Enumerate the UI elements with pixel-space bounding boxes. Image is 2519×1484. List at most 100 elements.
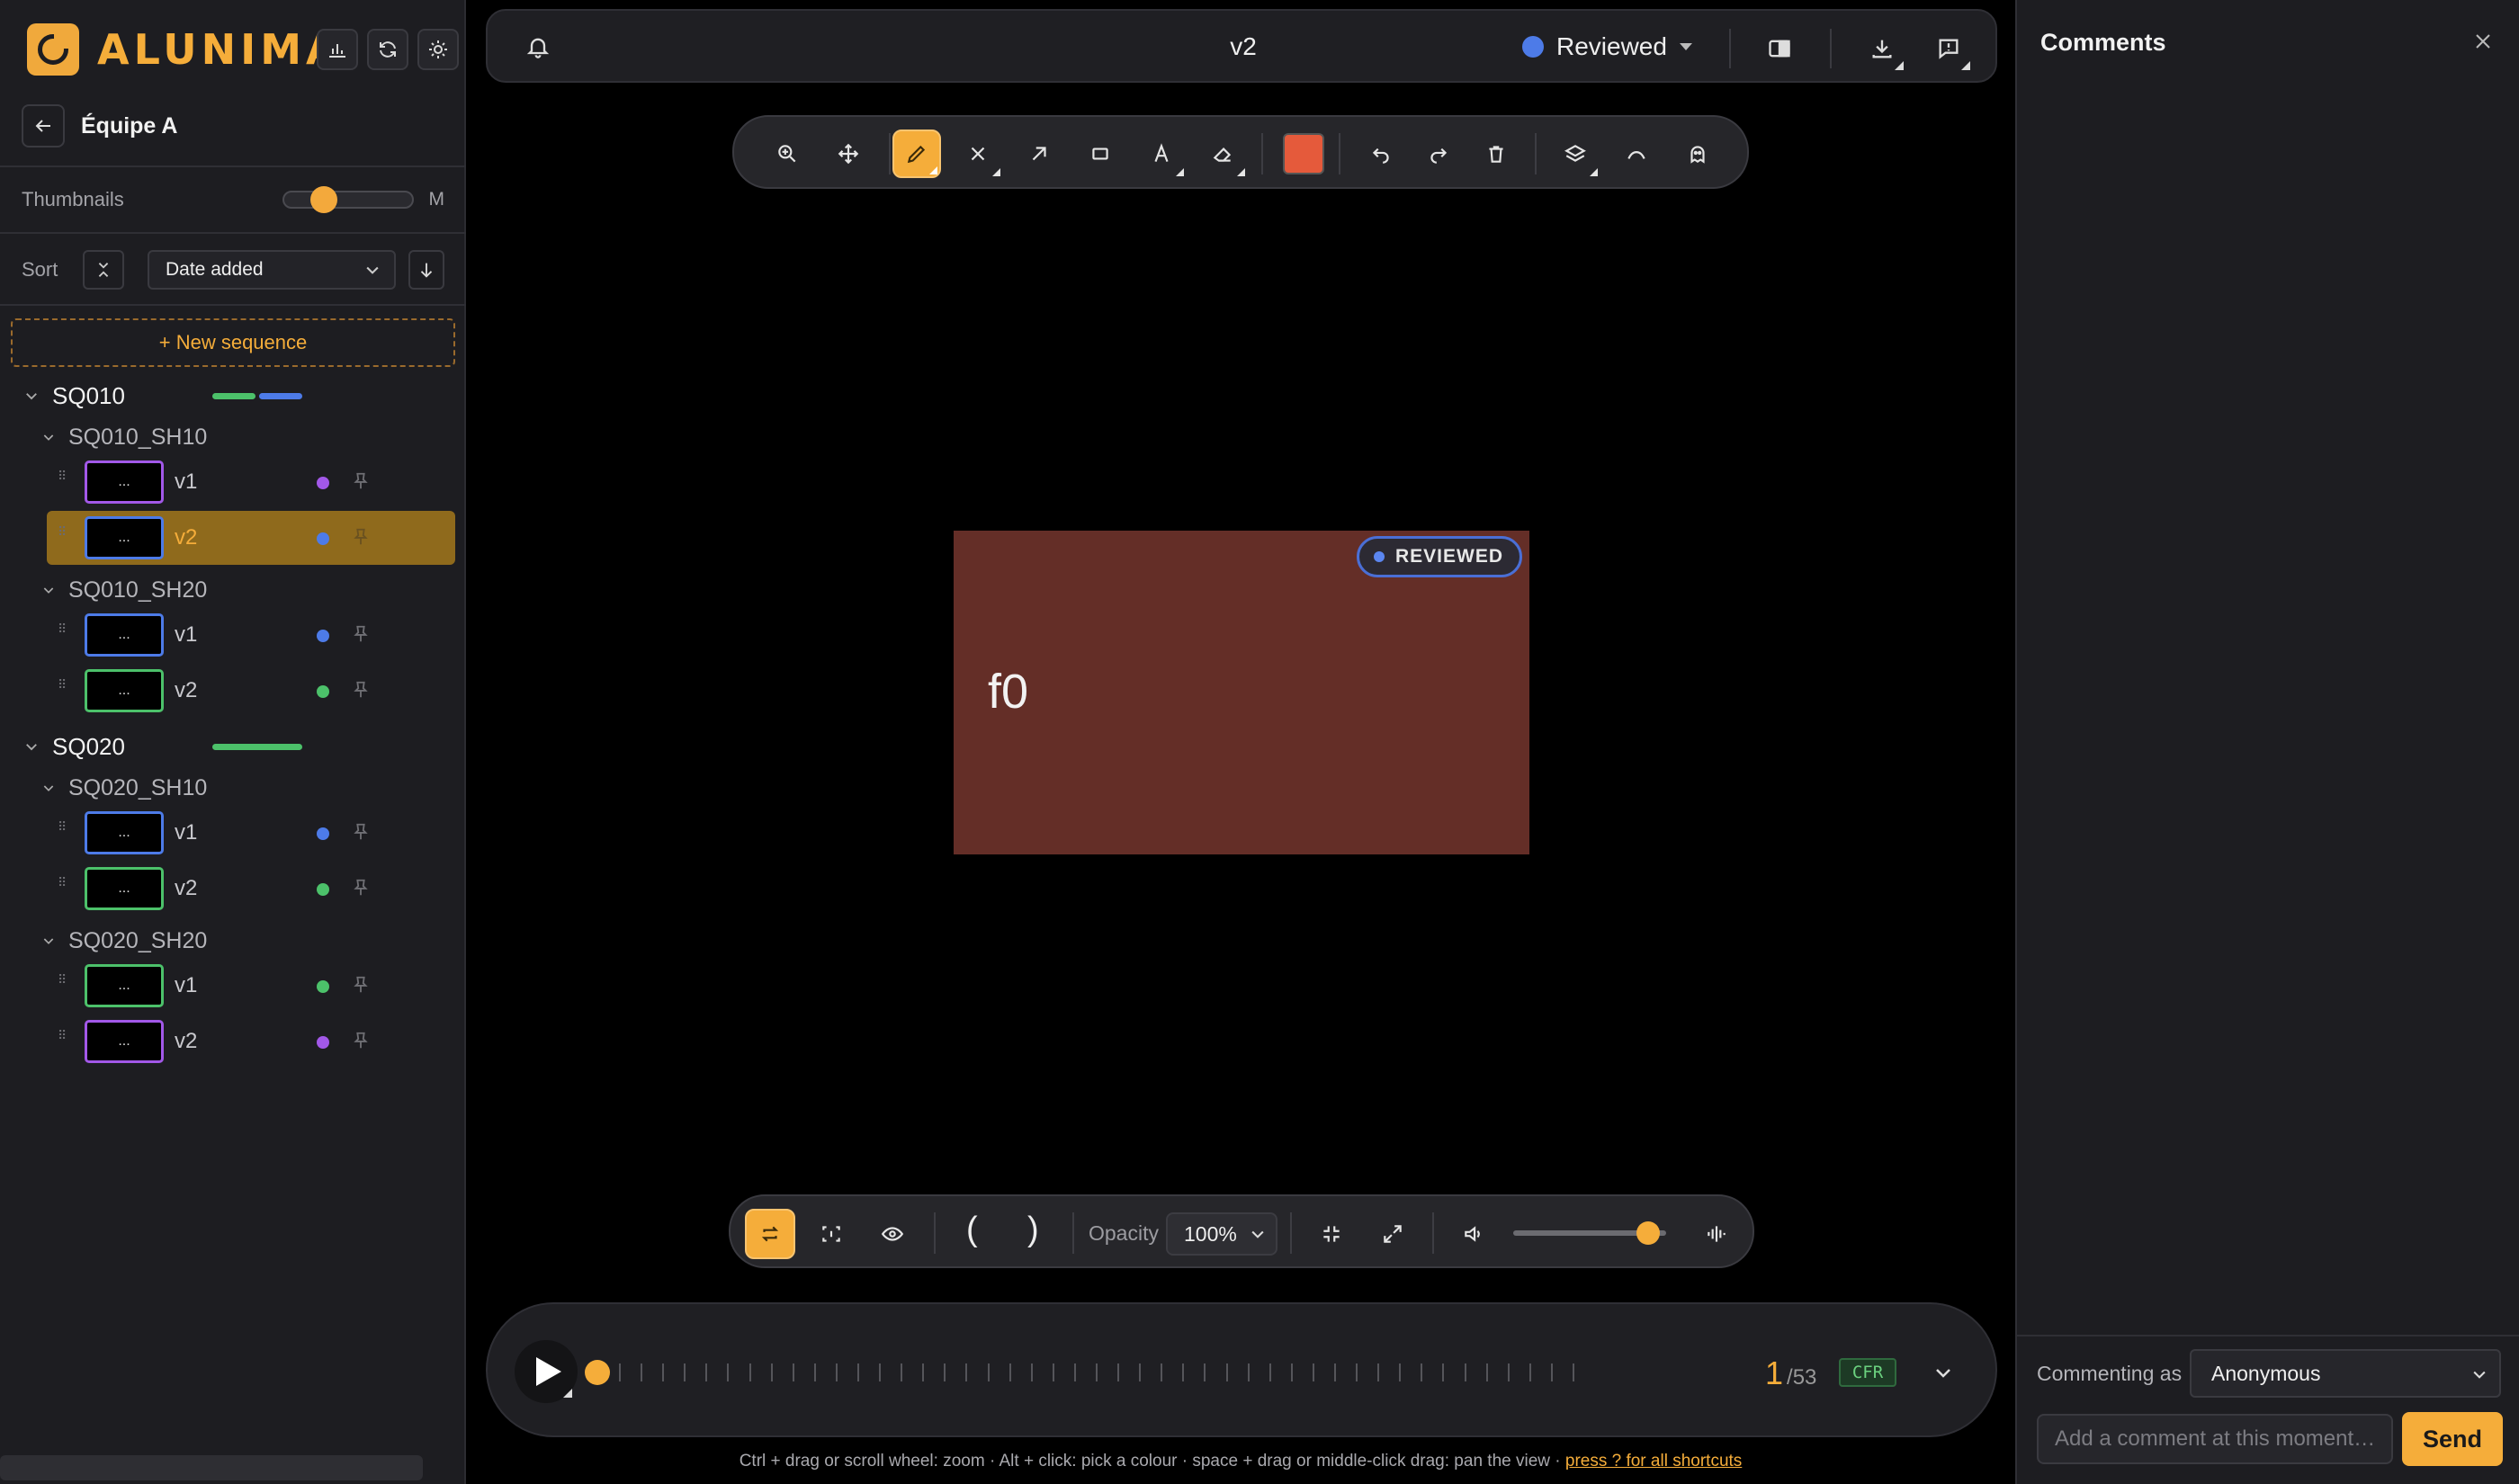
visibility-toggle[interactable] — [867, 1209, 918, 1259]
new-sequence-button[interactable]: + New sequence — [11, 318, 455, 367]
shortcuts-link[interactable]: press ? for all shortcuts — [1565, 1452, 1742, 1471]
drag-handle-icon[interactable]: ⠿ — [58, 525, 67, 547]
version-row[interactable]: ⠿... v1 — [47, 608, 455, 662]
text-tool[interactable] — [1137, 130, 1186, 178]
version-row[interactable]: ⠿... v1 — [47, 455, 455, 509]
pin-icon[interactable] — [351, 623, 371, 645]
version-row[interactable]: ⠿... v2 — [47, 1015, 455, 1068]
drag-handle-icon[interactable]: ⠿ — [58, 820, 67, 842]
commenter-select[interactable]: Anonymous — [2190, 1349, 2501, 1398]
chevron-down-icon[interactable] — [23, 388, 40, 404]
arrow-tool[interactable] — [1015, 130, 1063, 178]
pin-icon[interactable] — [351, 974, 371, 996]
timeline-playhead[interactable] — [585, 1360, 610, 1385]
layers-button[interactable] — [1551, 130, 1600, 178]
sequence-header[interactable]: SQ010 — [23, 378, 125, 414]
horizontal-scrollbar[interactable] — [0, 1455, 423, 1480]
cross-tool[interactable] — [954, 130, 1002, 178]
play-button[interactable] — [515, 1340, 578, 1403]
clear-button[interactable] — [1472, 130, 1520, 178]
pin-icon[interactable] — [351, 1030, 371, 1051]
drag-handle-icon[interactable]: ⠿ — [58, 1029, 67, 1050]
back-button[interactable] — [22, 104, 65, 148]
version-row[interactable]: ⠿... v2 — [47, 862, 455, 916]
slider-handle[interactable] — [310, 186, 337, 213]
version-row[interactable]: ⠿... v1 — [47, 959, 455, 1013]
sort-select[interactable]: Date added — [148, 250, 396, 290]
timeline-tick — [987, 1363, 990, 1381]
set-in-point-button[interactable]: ( — [966, 1211, 978, 1249]
timeline-tick — [749, 1363, 751, 1381]
shot-header[interactable]: SQ020_SH20 — [41, 923, 207, 959]
pin-icon[interactable] — [351, 877, 371, 898]
sort-label: Sort — [22, 258, 58, 281]
pen-tool[interactable] — [892, 130, 941, 178]
refresh-button[interactable] — [367, 29, 408, 70]
comments-panel: Comments Commenting as Anonymous Send — [2015, 0, 2519, 1484]
brand-logo-icon — [27, 23, 79, 76]
shot-header[interactable]: SQ010_SH10 — [41, 419, 207, 455]
close-icon[interactable] — [2472, 31, 2494, 52]
timeline-track[interactable] — [619, 1363, 1574, 1381]
drag-handle-icon[interactable]: ⠿ — [58, 876, 67, 898]
drag-handle-icon[interactable]: ⠿ — [58, 622, 67, 644]
chevron-down-icon[interactable] — [41, 781, 56, 795]
redo-button[interactable] — [1414, 130, 1463, 178]
drag-handle-icon[interactable]: ⠿ — [58, 469, 67, 491]
waveform-button[interactable] — [1691, 1209, 1742, 1259]
shot-header[interactable]: SQ020_SH10 — [41, 770, 207, 806]
drag-handle-icon[interactable]: ⠿ — [58, 678, 67, 700]
version-row[interactable]: ⠿... v2 — [47, 511, 455, 565]
undo-button[interactable] — [1357, 130, 1405, 178]
collapse-all-button[interactable] — [83, 250, 124, 290]
loop-toggle[interactable] — [745, 1209, 795, 1259]
eraser-tool[interactable] — [1198, 130, 1247, 178]
version-row[interactable]: ⠿... v1 — [47, 806, 455, 860]
chevron-down-icon[interactable] — [41, 583, 56, 597]
timeline-tick — [1377, 1363, 1380, 1381]
brand-name: ALUNIMA — [97, 25, 343, 74]
pin-icon[interactable] — [351, 526, 371, 548]
chevron-down-icon[interactable] — [41, 430, 56, 444]
stats-button[interactable] — [317, 29, 358, 70]
bell-icon[interactable] — [525, 34, 551, 59]
curve-tool[interactable] — [1612, 130, 1661, 178]
compare-button[interactable] — [1763, 32, 1796, 65]
timeline-tick — [641, 1363, 643, 1381]
safe-frame-toggle[interactable] — [806, 1209, 856, 1259]
chevron-down-icon[interactable] — [23, 738, 40, 755]
fullscreen-button[interactable] — [1367, 1209, 1418, 1259]
divider — [889, 133, 891, 174]
sort-direction-button[interactable] — [408, 250, 444, 290]
send-button[interactable]: Send — [2402, 1412, 2503, 1466]
shot-header[interactable]: SQ010_SH20 — [41, 572, 207, 608]
feedback-button[interactable] — [1932, 32, 1970, 70]
opacity-select[interactable]: 100% — [1166, 1212, 1277, 1256]
theme-toggle-button[interactable] — [417, 29, 459, 70]
color-swatch[interactable] — [1283, 133, 1324, 174]
download-button[interactable] — [1866, 32, 1904, 70]
ghost-button[interactable] — [1673, 130, 1722, 178]
comment-input[interactable] — [2037, 1414, 2393, 1464]
timeline-tick — [619, 1363, 621, 1381]
zoom-tool[interactable] — [763, 130, 811, 178]
shot-name: SQ020_SH10 — [68, 774, 208, 800]
pan-tool[interactable] — [824, 130, 873, 178]
rectangle-tool[interactable] — [1076, 130, 1125, 178]
sequence-header[interactable]: SQ020 — [23, 729, 125, 764]
fit-button[interactable] — [1306, 1209, 1357, 1259]
video-frame[interactable]: f0 REVIEWED — [954, 531, 1529, 854]
drag-handle-icon[interactable]: ⠿ — [58, 973, 67, 995]
status-dropdown[interactable]: Reviewed — [1522, 29, 1692, 65]
thumbnail-size-slider[interactable] — [282, 186, 414, 213]
pin-icon[interactable] — [351, 821, 371, 843]
pin-icon[interactable] — [351, 470, 371, 492]
divider — [1261, 133, 1263, 174]
set-out-point-button[interactable]: ) — [1027, 1211, 1039, 1249]
chevron-down-icon[interactable] — [1932, 1362, 1954, 1383]
pin-icon[interactable] — [351, 679, 371, 701]
mute-button[interactable] — [1448, 1209, 1499, 1259]
chevron-down-icon[interactable] — [41, 934, 56, 948]
volume-slider-handle[interactable] — [1636, 1221, 1660, 1245]
version-row[interactable]: ⠿... v2 — [47, 664, 455, 718]
